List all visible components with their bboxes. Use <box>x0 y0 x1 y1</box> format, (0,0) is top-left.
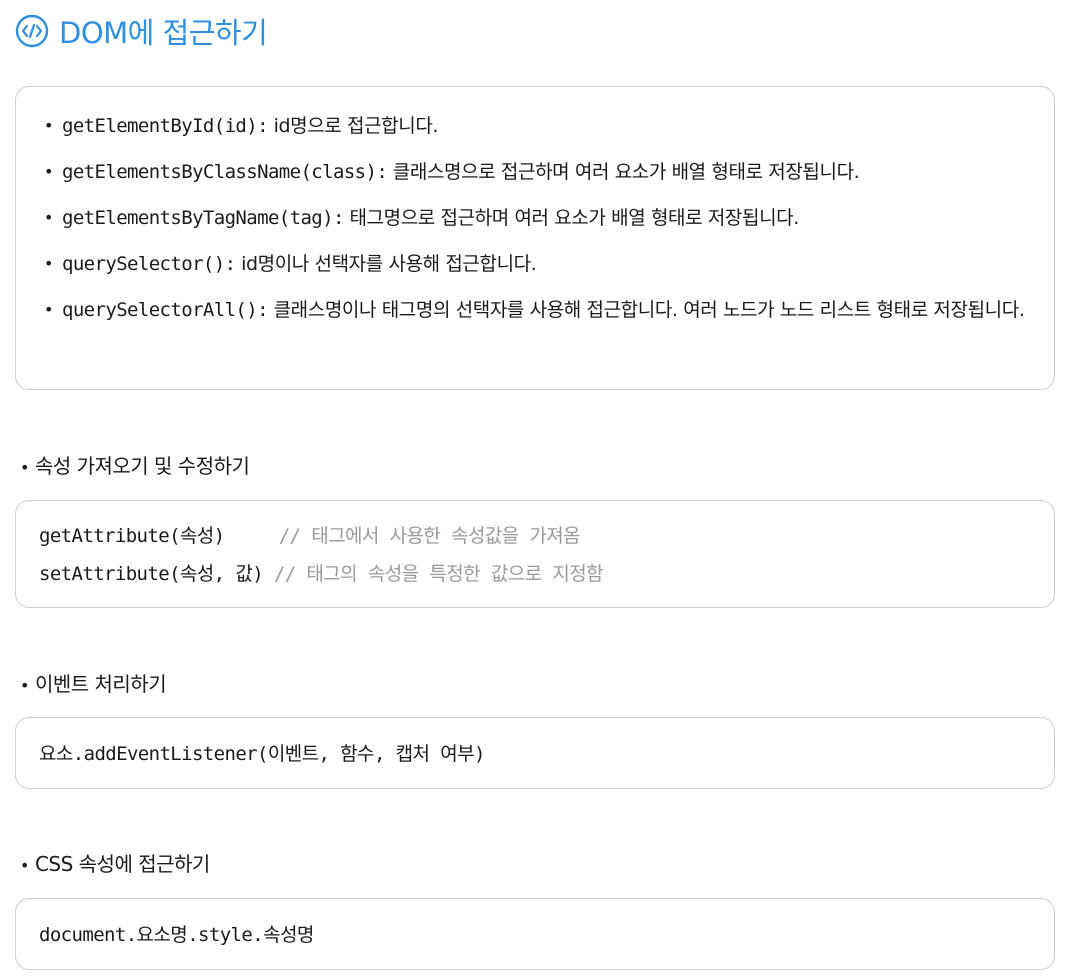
code-block-attributes: getAttribute(속성) // 태그에서 사용한 속성값을 가져옴 se… <box>15 500 1055 608</box>
bullet-icon: • <box>20 856 29 875</box>
method-code: getElementById(id): <box>62 115 269 137</box>
list-item: querySelectorAll(): 클래스명이나 태그명의 선택자를 사용해… <box>44 287 1034 333</box>
list-item: getElementById(id): id명으로 접근합니다. <box>44 103 1034 149</box>
page-title: DOM에 접근하기 <box>15 10 268 52</box>
code-text: getAttribute(속성) <box>39 525 279 547</box>
method-desc: id명으로 접근합니다. <box>267 115 439 137</box>
code-comment: // 태그의 속성을 특정한 값으로 지정함 <box>273 563 604 585</box>
code-circle-icon <box>15 14 49 48</box>
section-heading: • 이벤트 처리하기 <box>20 668 167 697</box>
method-code: getElementsByTagName(tag): <box>62 207 344 229</box>
code-comment: // 태그에서 사용한 속성값을 가져옴 <box>278 525 581 547</box>
method-desc: id명이나 선택자를 사용해 접근합니다. <box>235 253 537 275</box>
dom-methods-box: getElementById(id): id명으로 접근합니다. getElem… <box>15 86 1055 390</box>
code-line: document.요소명.style.속성명 <box>39 924 314 946</box>
bullet-icon: • <box>20 676 29 695</box>
method-code: querySelector(): <box>62 253 236 275</box>
bullet-icon: • <box>20 458 29 477</box>
section-heading: • CSS 속성에 접근하기 <box>20 848 210 877</box>
code-line: 요소.addEventListener(이벤트, 함수, 캡처 여부) <box>39 743 485 765</box>
list-item: querySelector(): id명이나 선택자를 사용해 접근합니다. <box>44 241 1034 287</box>
code-text: setAttribute(속성, 값) <box>39 563 274 585</box>
method-desc: 클래스명이나 태그명의 선택자를 사용해 접근합니다. 여러 노드가 노드 리스… <box>267 299 1025 321</box>
code-block-css: document.요소명.style.속성명 <box>15 898 1055 970</box>
css-heading: CSS 속성에 접근하기 <box>34 852 210 876</box>
section-heading: • 속성 가져오기 및 수정하기 <box>20 450 250 479</box>
event-heading: 이벤트 처리하기 <box>34 672 167 696</box>
code-block-event: 요소.addEventListener(이벤트, 함수, 캡처 여부) <box>15 717 1055 789</box>
code-line: setAttribute(속성, 값) // 태그의 속성을 특정한 값으로 지… <box>39 555 1054 593</box>
method-desc: 클래스명으로 접근하며 여러 요소가 배열 형태로 저장됩니다. <box>387 161 860 183</box>
method-desc: 태그명으로 접근하며 여러 요소가 배열 형태로 저장됩니다. <box>343 207 799 229</box>
list-item: getElementsByClassName(class): 클래스명으로 접근… <box>44 149 1034 195</box>
code-line: getAttribute(속성) // 태그에서 사용한 속성값을 가져옴 <box>39 517 1054 555</box>
attr-heading: 속성 가져오기 및 수정하기 <box>34 454 250 478</box>
method-code: querySelectorAll(): <box>62 299 269 321</box>
list-item: getElementsByTagName(tag): 태그명으로 접근하며 여러… <box>44 195 1034 241</box>
method-code: getElementsByClassName(class): <box>62 161 388 183</box>
page-title-text: DOM에 접근하기 <box>59 16 268 50</box>
